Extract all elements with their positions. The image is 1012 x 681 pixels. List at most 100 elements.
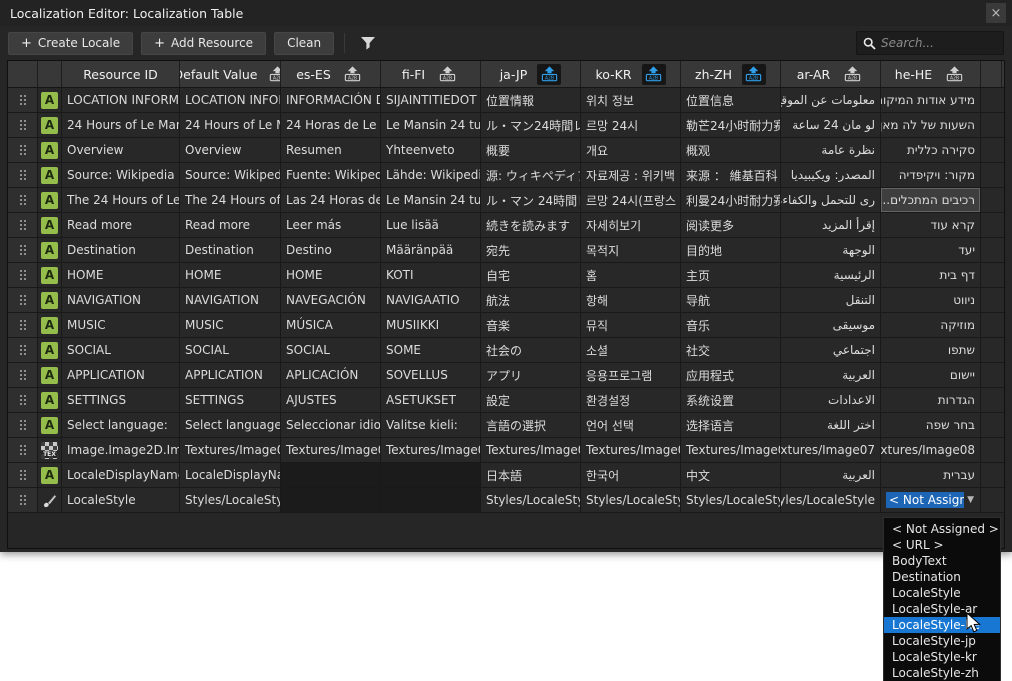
cell-default-value[interactable]: NAVIGATION <box>180 288 281 312</box>
machine-translate-icon[interactable]: A2B <box>642 64 666 85</box>
cell-he-HE[interactable]: השעות של לה מאן <box>881 113 981 137</box>
column-header-ar-AR[interactable]: ar-ARA2B <box>781 61 881 87</box>
dropdown-item[interactable]: < URL > <box>884 537 1000 553</box>
cell-default-value[interactable]: LocaleDisplayNam <box>180 463 281 487</box>
dropdown-item[interactable]: Destination <box>884 569 1000 585</box>
cell-es-ES[interactable]: INFORMACIÓN D <box>281 88 381 112</box>
cell-he-HE[interactable]: יישום <box>881 363 981 387</box>
cell-resource-id[interactable]: Select language: <box>62 413 180 437</box>
cell-ja-JP[interactable]: 続きを読みます <box>481 213 581 237</box>
column-header-zh-ZH[interactable]: zh-ZHA2B <box>681 61 781 87</box>
row-drag-handle[interactable] <box>8 363 38 387</box>
cell-es-ES[interactable]: AJUSTES <box>281 388 381 412</box>
cell-ar-AR[interactable]: معلومات عن الموقع <box>781 88 881 112</box>
cell-he-HE[interactable]: מוזיקה <box>881 313 981 337</box>
row-drag-handle[interactable] <box>8 288 38 312</box>
search-input[interactable] <box>881 36 997 50</box>
machine-translate-icon[interactable]: A2B <box>840 64 864 85</box>
cell-he-HE[interactable]: עברית <box>881 463 981 487</box>
cell-es-ES[interactable]: Las 24 Horas de L <box>281 188 381 212</box>
cell-zh-ZH[interactable]: 音乐 <box>681 313 781 337</box>
cell-es-ES[interactable]: NAVEGACIÓN <box>281 288 381 312</box>
cell-resource-id[interactable]: SOCIAL <box>62 338 180 362</box>
row-drag-handle[interactable] <box>8 488 38 512</box>
cell-default-value[interactable]: Destination <box>180 238 281 262</box>
machine-translate-icon[interactable]: A2B <box>435 64 459 85</box>
cell-ko-KR[interactable]: Textures/Image05 <box>581 438 681 462</box>
filter-icon[interactable] <box>355 32 381 55</box>
cell-es-ES[interactable]: Fuente: Wikipedia <box>281 163 381 187</box>
cell-he-HE[interactable]: < Not Assigne▼ <box>881 488 981 512</box>
cell-ar-AR[interactable]: الاعدادات <box>781 388 881 412</box>
cell-ko-KR[interactable]: 응용프로그램 <box>581 363 681 387</box>
cell-zh-ZH[interactable]: 系统设置 <box>681 388 781 412</box>
cell-ar-AR[interactable]: اجتماعي <box>781 338 881 362</box>
cell-ja-JP[interactable]: Styles/LocaleStyle <box>481 488 581 512</box>
column-header-ja-JP[interactable]: ja-JPA2B <box>481 61 581 87</box>
machine-translate-icon[interactable]: A2B <box>341 64 365 85</box>
cell-resource-id[interactable]: Overview <box>62 138 180 162</box>
cell-default-value[interactable]: SETTINGS <box>180 388 281 412</box>
column-header-ko-KR[interactable]: ko-KRA2B <box>581 61 681 87</box>
create-locale-button[interactable]: + Create Locale <box>8 32 133 55</box>
cell-ja-JP[interactable]: ル・マン24時間レース <box>481 113 581 137</box>
cell-ar-AR[interactable]: اختر اللغة <box>781 413 881 437</box>
cell-ja-JP[interactable]: 日本語 <box>481 463 581 487</box>
cell-ko-KR[interactable]: 홈 <box>581 263 681 287</box>
cell-ko-KR[interactable]: 목적지 <box>581 238 681 262</box>
cell-he-HE[interactable]: יעד <box>881 238 981 262</box>
cell-ar-AR[interactable]: الرئيسية <box>781 263 881 287</box>
cell-resource-id[interactable]: Source: Wikipedia <box>62 163 180 187</box>
cell-fi-FI[interactable]: Lähde: Wikipedia <box>381 163 481 187</box>
style-combobox[interactable]: < Not Assigne▼ <box>886 488 975 512</box>
cell-resource-id[interactable]: MUSIC <box>62 313 180 337</box>
cell-ko-KR[interactable]: 환경설정 <box>581 388 681 412</box>
column-header-resource-id[interactable]: Resource ID <box>62 61 180 87</box>
cell-resource-id[interactable]: HOME <box>62 263 180 287</box>
machine-translate-icon[interactable]: A2B <box>537 64 561 85</box>
cell-ja-JP[interactable]: 自宅 <box>481 263 581 287</box>
row-drag-handle[interactable] <box>8 413 38 437</box>
cell-ja-JP[interactable]: ル・マン 24時間レー <box>481 188 581 212</box>
cell-ko-KR[interactable]: 소셜 <box>581 338 681 362</box>
cell-zh-ZH[interactable]: 概观 <box>681 138 781 162</box>
dropdown-item[interactable]: BodyText <box>884 553 1000 569</box>
cell-ja-JP[interactable]: アプリ <box>481 363 581 387</box>
cell-resource-id[interactable]: LOCATION INFORMAT <box>62 88 180 112</box>
cell-fi-FI[interactable] <box>381 488 481 512</box>
cell-he-HE[interactable]: שתפו <box>881 338 981 362</box>
dropdown-item[interactable]: LocaleStyle <box>884 585 1000 601</box>
cell-es-ES[interactable] <box>281 488 381 512</box>
cell-ja-JP[interactable]: 音楽 <box>481 313 581 337</box>
cell-default-value[interactable]: APPLICATION <box>180 363 281 387</box>
cell-es-ES[interactable]: HOME <box>281 263 381 287</box>
cell-es-ES[interactable]: Seleccionar idiom <box>281 413 381 437</box>
cell-zh-ZH[interactable]: Textures/Image06 <box>681 438 781 462</box>
cell-resource-id[interactable]: Image.Image2D.Imag <box>62 438 180 462</box>
cell-zh-ZH[interactable]: 来源 ： 維基百科 <box>681 163 781 187</box>
dropdown-item[interactable]: LocaleStyle-kr <box>884 649 1000 665</box>
row-drag-handle[interactable] <box>8 313 38 337</box>
cell-fi-FI[interactable]: SOVELLUS <box>381 363 481 387</box>
cell-default-value[interactable]: Textures/Image01 <box>180 438 281 462</box>
cell-ar-AR[interactable]: Textures/Image07 <box>781 438 881 462</box>
cell-ar-AR[interactable]: موسيقى <box>781 313 881 337</box>
cell-resource-id[interactable]: NAVIGATION <box>62 288 180 312</box>
cell-ja-JP[interactable]: 言語の選択 <box>481 413 581 437</box>
cell-resource-id[interactable]: LocaleStyle <box>62 488 180 512</box>
row-drag-handle[interactable] <box>8 163 38 187</box>
cell-fi-FI[interactable]: SOME <box>381 338 481 362</box>
cell-fi-FI[interactable]: ASETUKSET <box>381 388 481 412</box>
cell-es-ES[interactable]: Textures/Image02 <box>281 438 381 462</box>
row-drag-handle[interactable] <box>8 263 38 287</box>
cell-he-HE[interactable]: מידע אודות המיקום <box>881 88 981 112</box>
cell-zh-ZH[interactable]: 应用程式 <box>681 363 781 387</box>
cell-zh-ZH[interactable]: 社交 <box>681 338 781 362</box>
cell-default-value[interactable]: Read more <box>180 213 281 237</box>
row-drag-handle[interactable] <box>8 238 38 262</box>
cell-ko-KR[interactable]: 르망 24시 <box>581 113 681 137</box>
cell-ar-AR[interactable]: المصدر: ويكيبيديا <box>781 163 881 187</box>
cell-fi-FI[interactable]: MUSIIKKI <box>381 313 481 337</box>
row-drag-handle[interactable] <box>8 88 38 112</box>
cell-ja-JP[interactable]: 宛先 <box>481 238 581 262</box>
